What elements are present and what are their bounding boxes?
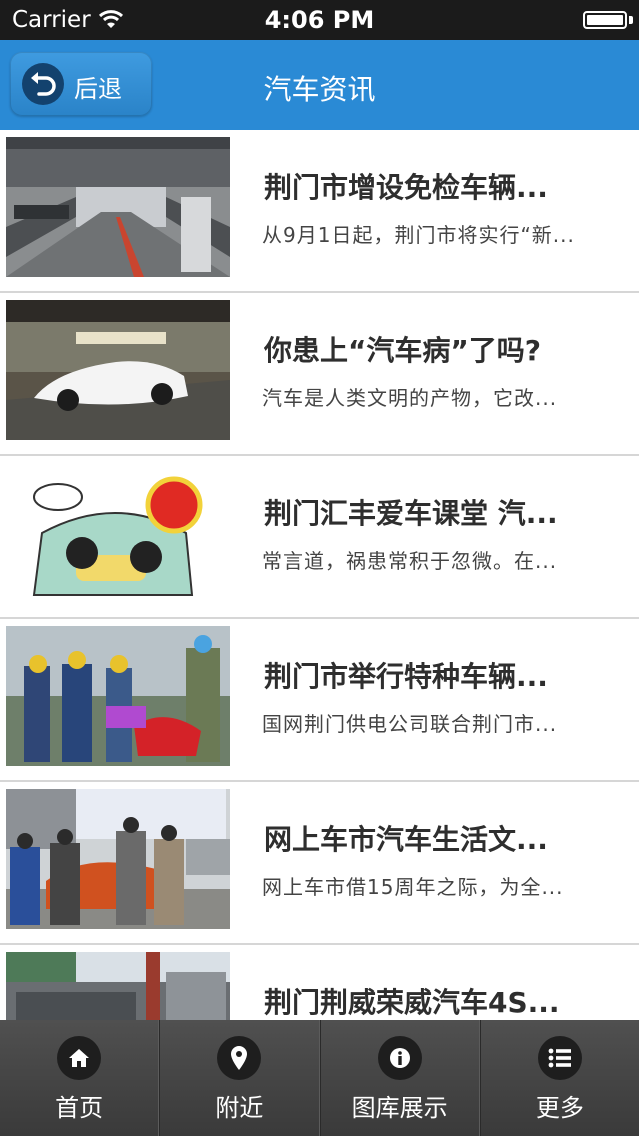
- news-summary: 国网荆门供电公司联合荆门市...: [262, 712, 558, 736]
- tab-more-label: 更多: [535, 1094, 584, 1122]
- news-title: 荆门市增设免检车辆...: [264, 171, 548, 204]
- news-item[interactable]: 荆门荆威荣威汽车4S...: [0, 945, 639, 1020]
- info-icon: [377, 1036, 422, 1080]
- tab-gallery[interactable]: 图库展示: [319, 1020, 480, 1136]
- news-item[interactable]: 荆门市举行特种车辆... 国网荆门供电公司联合荆门市...: [0, 619, 639, 782]
- news-thumbnail-event: [6, 789, 230, 929]
- clock: 4:06 PM: [264, 6, 375, 34]
- tab-home-label: 首页: [55, 1094, 104, 1122]
- tab-bar: 首页 附近 图库展示 更多: [0, 1020, 639, 1136]
- page-title: 汽车资讯: [263, 73, 376, 106]
- app-screen: Carrier 4:06 PM 后退 汽车资讯 荆门市增设免检车辆... 从9月…: [0, 0, 639, 1136]
- status-bar: Carrier 4:06 PM: [0, 0, 639, 40]
- nav-bar: 后退 汽车资讯: [0, 40, 639, 130]
- news-item[interactable]: 荆门汇丰爱车课堂 汽... 常言道，祸患常积于忽微。在...: [0, 456, 639, 619]
- news-title: 荆门汇丰爱车课堂 汽...: [264, 497, 558, 530]
- news-summary: 汽车是人类文明的产物，它改...: [262, 386, 558, 410]
- news-thumbnail-cartoon: [6, 463, 230, 603]
- location-pin-icon: [217, 1036, 262, 1080]
- news-list[interactable]: 荆门市增设免检车辆... 从9月1日起，荆门市将实行“新... 你患上“汽车病”…: [0, 130, 639, 1020]
- tab-nearby[interactable]: 附近: [159, 1020, 320, 1136]
- list-icon: [537, 1036, 582, 1080]
- battery-icon: [583, 11, 627, 29]
- tab-home[interactable]: 首页: [0, 1020, 160, 1136]
- tab-gallery-label: 图库展示: [351, 1094, 448, 1122]
- news-item[interactable]: 荆门市增设免检车辆... 从9月1日起，荆门市将实行“新...: [0, 130, 639, 293]
- news-thumbnail-sports-car: [6, 300, 230, 440]
- news-summary: 从9月1日起，荆门市将实行“新...: [262, 223, 575, 247]
- news-item[interactable]: 你患上“汽车病”了吗? 汽车是人类文明的产物，它改...: [0, 293, 639, 456]
- news-title: 荆门荆威荣威汽车4S...: [264, 986, 560, 1019]
- news-summary: 网上车市借15周年之际，为全...: [262, 875, 564, 899]
- home-icon: [57, 1036, 102, 1080]
- news-item[interactable]: 网上车市汽车生活文... 网上车市借15周年之际，为全...: [0, 782, 639, 945]
- news-title: 荆门市举行特种车辆...: [264, 660, 548, 693]
- news-thumbnail-workers: [6, 626, 230, 766]
- news-summary: 常言道，祸患常积于忽微。在...: [262, 549, 558, 573]
- tab-more[interactable]: 更多: [479, 1020, 639, 1136]
- news-thumbnail-dealership: [6, 952, 230, 1020]
- news-title: 网上车市汽车生活文...: [264, 823, 548, 856]
- tab-nearby-label: 附近: [215, 1094, 264, 1122]
- battery-tip: [629, 16, 633, 24]
- news-thumbnail-inspection-station: [6, 137, 230, 277]
- news-title: 你患上“汽车病”了吗?: [264, 334, 542, 367]
